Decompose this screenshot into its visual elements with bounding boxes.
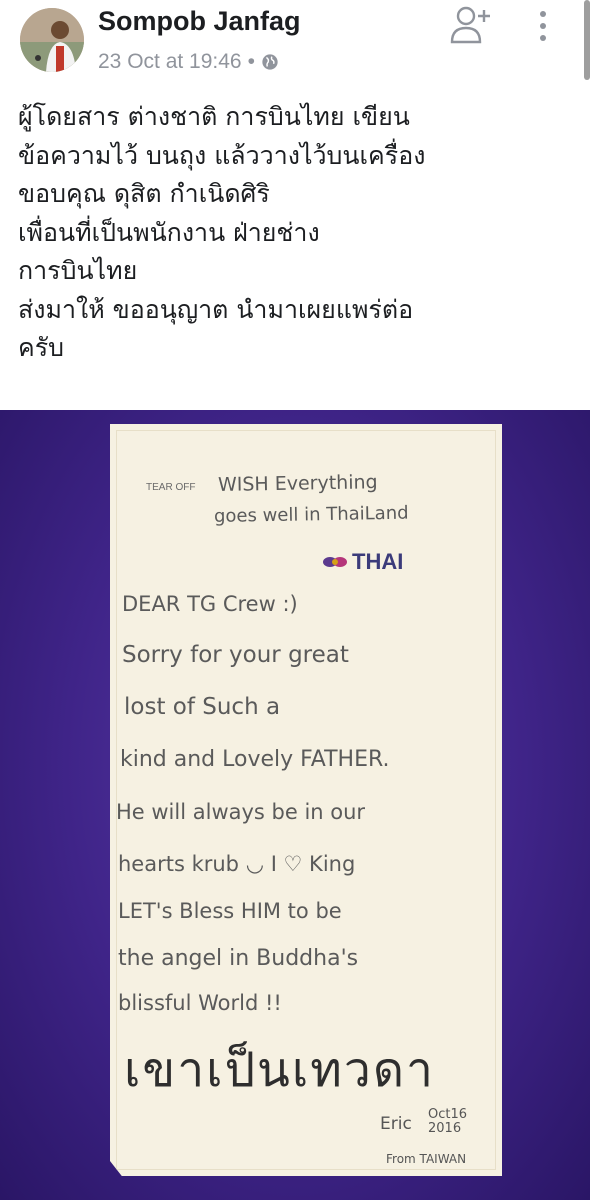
signature-date: Oct16 2016 — [428, 1108, 467, 1136]
note-line: WISH Everything — [217, 471, 378, 496]
separator-dot: • — [247, 50, 255, 73]
note-line: kind and Lovely FATHER. — [120, 747, 390, 772]
post-text-line: เพื่อนที่เป็นพนักงาน ฝ่ายช่าง — [18, 217, 320, 247]
scrollbar[interactable] — [584, 0, 590, 80]
paper-bag: TEAR OFF WISH Everything goes well in Th… — [110, 424, 502, 1176]
thai-handwriting: เขาเป็นเทวดา — [124, 1042, 435, 1098]
orchid-icon — [323, 557, 347, 567]
globe-icon — [262, 54, 278, 70]
signature: Eric — [380, 1114, 412, 1134]
post-text-line: ส่งมาให้ ขออนุญาต นำมาเผยแพร่ต่อ — [18, 294, 414, 324]
thai-airways-logo: THAI — [322, 549, 403, 575]
thai-brand: THAI — [352, 549, 404, 574]
signature-month: Oct16 — [428, 1107, 468, 1122]
post-photo[interactable]: TEAR OFF WISH Everything goes well in Th… — [0, 410, 590, 1200]
note-line: LET's Bless HIM to be — [118, 899, 342, 923]
note-line: the angel in Buddha's — [118, 946, 359, 971]
post-text: ผู้โดยสาร ต่างชาติ การบินไทย เขียน ข้อคว… — [18, 98, 578, 368]
post-header: Sompob Janfag 23 Oct at 19:46 • — [0, 0, 590, 90]
more-vertical-icon[interactable] — [538, 10, 548, 42]
timestamp[interactable]: 23 Oct at 19:46 — [98, 50, 242, 74]
post-text-line: ครับ — [18, 333, 65, 362]
add-friend-icon[interactable] — [450, 4, 494, 44]
author-name[interactable]: Sompob Janfag — [98, 6, 301, 37]
note-line: hearts krub ◡ I ♡ King — [118, 852, 356, 876]
note-line: blissful World !! — [118, 991, 282, 1015]
note-line: He will always be in our — [116, 800, 366, 824]
note-line: Sorry for your great — [122, 642, 349, 668]
post-meta: 23 Oct at 19:46 • — [98, 50, 279, 74]
post-text-line: การบินไทย — [18, 256, 138, 285]
post-text-line: ผู้โดยสาร ต่างชาติ การบินไทย เขียน — [18, 102, 410, 131]
note-line: goes well in ThaiLand — [213, 502, 409, 527]
signature-year: 2016 — [428, 1121, 462, 1136]
signature-origin: From TAIWAN — [386, 1152, 467, 1166]
post-text-line: ข้อความไว้ บนถุง แล้ววางไว้บนเครื่อง — [18, 140, 426, 170]
tear-off-label: TEAR OFF — [146, 482, 196, 493]
note-line: DEAR TG Crew :) — [122, 592, 298, 616]
note-line: lost of Such a — [124, 694, 281, 720]
avatar[interactable] — [20, 8, 84, 72]
post-text-line: ขอบคุณ ดุสิต กำเนิดศิริ — [18, 179, 270, 208]
